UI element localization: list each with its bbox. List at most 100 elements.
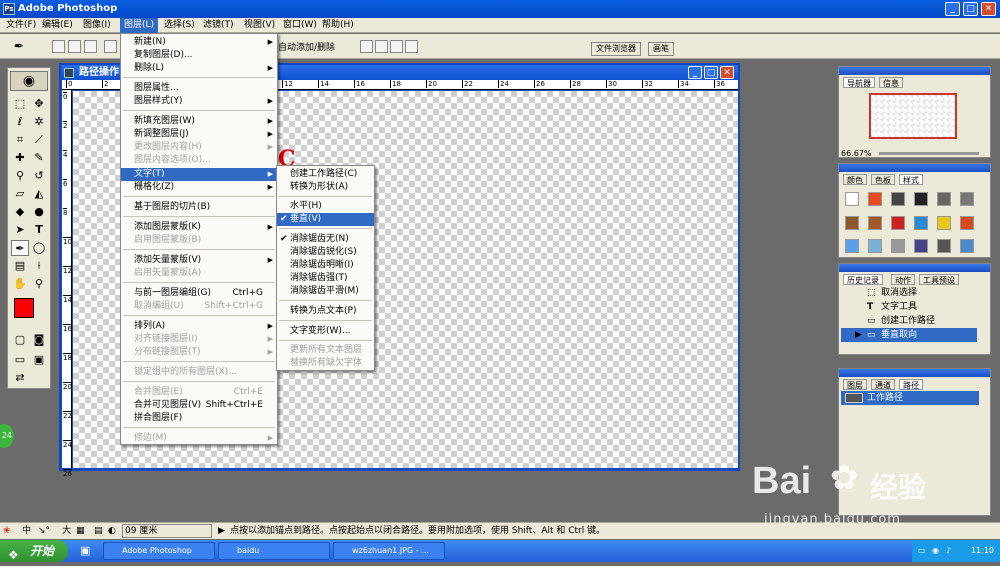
notes-tool-icon[interactable]: ▤ — [11, 258, 29, 274]
navigator-zoom-slider[interactable] — [879, 152, 979, 155]
submenu-item-antialias-strong[interactable]: 消除锯齿强(T) — [277, 272, 374, 285]
tab-history[interactable]: 历史记录 — [843, 274, 883, 285]
tab-file-browser[interactable]: 文件浏览器 — [591, 42, 641, 56]
menu-item-flatten-image[interactable]: 拼合图层(F) — [121, 412, 277, 425]
ime-icon[interactable]: ❀ — [3, 523, 11, 540]
ime-mode[interactable]: 中 — [22, 523, 31, 540]
vertical-ruler[interactable]: 0 2 4 6 8 10 12 14 16 18 20 22 24 26 — [62, 90, 72, 478]
panel-titlebar[interactable] — [839, 164, 990, 172]
task-image-viewer[interactable]: wz6zhuan1.JPG - ... — [333, 542, 445, 560]
path-intersect-button[interactable] — [390, 40, 403, 53]
style-swatch[interactable] — [937, 192, 951, 206]
menu-item-add-vector-mask[interactable]: 添加矢量蒙版(V) ▶ — [121, 254, 277, 267]
history-item[interactable]: ▭ 创建工作路径 — [841, 314, 977, 328]
status-zoom[interactable]: 09 厘米 — [122, 524, 212, 538]
panel-titlebar[interactable] — [839, 264, 990, 272]
style-swatch[interactable] — [937, 216, 951, 230]
ellipse-tool-icon[interactable]: ◯ — [30, 240, 48, 256]
fullscreen-mode-icon[interactable]: ▣ — [30, 352, 48, 368]
menu-window[interactable]: 窗口(W) — [279, 18, 321, 33]
menu-item-add-layer-mask[interactable]: 添加图层蒙版(K) ▶ — [121, 221, 277, 234]
magic-wand-icon[interactable]: ✲ — [30, 114, 48, 130]
menu-item-group-with-previous[interactable]: 与前一图层编组(G) Ctrl+G — [121, 287, 277, 300]
tab-actions[interactable]: 动作 — [891, 274, 915, 285]
menu-select[interactable]: 选择(S) — [160, 18, 199, 33]
style-swatch[interactable] — [845, 216, 859, 230]
menu-item-layer-properties[interactable]: 图层属性... — [121, 82, 277, 95]
path-select-icon[interactable]: ➤ — [11, 222, 29, 238]
tab-info[interactable]: 信息 — [879, 77, 903, 88]
style-swatch[interactable] — [891, 216, 905, 230]
pen-tool-icon[interactable]: ✒ — [14, 39, 24, 53]
menu-file[interactable]: 文件(F) — [2, 18, 40, 33]
menu-item-rasterize[interactable]: 栅格化(Z) ▶ — [121, 181, 277, 194]
quickmask-mode-icon[interactable]: ◙ — [30, 332, 48, 348]
submenu-item-antialias-smooth[interactable]: 消除锯齿平滑(M) — [277, 285, 374, 298]
navigator-preview[interactable] — [869, 93, 957, 139]
menu-image[interactable]: 图像(I) — [79, 18, 115, 33]
task-photoshop[interactable]: Adobe Photoshop — [103, 542, 215, 560]
style-swatch[interactable] — [914, 239, 928, 253]
submenu-item-create-work-path[interactable]: 创建工作路径(C) — [277, 168, 374, 181]
navigator-zoom[interactable]: 66.67% — [841, 149, 872, 158]
ime-menu-icon[interactable]: ▤ — [94, 523, 103, 540]
menu-item-duplicate-layer[interactable]: 复制图层(D)... — [121, 49, 277, 62]
ime-width[interactable]: 大 — [62, 523, 71, 540]
menu-item-new-adjustment-layer[interactable]: 新调整图层(J) ▶ — [121, 128, 277, 141]
submenu-item-antialias-crisp[interactable]: 消除锯齿明晰(I) — [277, 259, 374, 272]
zoom-tool-icon[interactable]: ⚲ — [30, 276, 48, 292]
pen-tool-icon[interactable]: ✒ — [11, 240, 29, 256]
tray-monitor-icon[interactable]: ▭ — [918, 540, 926, 562]
foreground-color-swatch[interactable] — [14, 298, 34, 318]
panel-titlebar[interactable] — [839, 369, 990, 377]
screen-mode-icon[interactable]: ▭ — [11, 352, 29, 368]
menu-help[interactable]: 帮助(H) — [318, 18, 358, 33]
shape-layers-button[interactable] — [52, 40, 65, 53]
type-tool-icon[interactable]: T — [30, 222, 48, 238]
eyedropper-icon[interactable]: ⟊ — [30, 258, 48, 274]
doc-maximize-button[interactable]: □ — [704, 66, 718, 79]
blur-tool-icon[interactable]: ◆ — [11, 204, 29, 220]
style-swatch[interactable] — [845, 192, 859, 206]
adobe-eye-icon[interactable]: ◉ — [10, 71, 48, 91]
path-subtract-button[interactable] — [375, 40, 388, 53]
status-arrow-icon[interactable]: ▶ — [218, 523, 225, 540]
doc-close-button[interactable]: ✕ — [720, 66, 734, 79]
menu-item-layer-based-slice[interactable]: 基于图层的切片(B) — [121, 201, 277, 214]
pen-option-button[interactable] — [104, 40, 117, 53]
start-button[interactable]: ❖ 开始 — [0, 540, 68, 562]
imageready-jump-icon[interactable]: ⇄ — [11, 370, 29, 386]
menu-item-arrange[interactable]: 排列(A) ▶ — [121, 320, 277, 333]
menu-view[interactable]: 视图(V) — [240, 18, 279, 33]
tab-color[interactable]: 颜色 — [843, 174, 867, 185]
paths-mode-button[interactable] — [68, 40, 81, 53]
close-button[interactable]: ✕ — [981, 2, 996, 16]
slice-tool-icon[interactable]: ⟋ — [30, 132, 48, 148]
brush-tool-icon[interactable]: ✎ — [30, 150, 48, 166]
submenu-item-convert-to-shape[interactable]: 转换为形状(A) — [277, 181, 374, 194]
panel-titlebar[interactable] — [839, 67, 990, 75]
history-item[interactable]: T 文字工具 — [841, 300, 977, 314]
task-baidu-folder[interactable]: baidu — [218, 542, 330, 560]
menu-item-type[interactable]: 文字(T) ▶ — [121, 168, 277, 181]
style-swatch[interactable] — [868, 239, 882, 253]
style-swatch[interactable] — [914, 216, 928, 230]
style-swatch[interactable] — [868, 216, 882, 230]
tab-paths[interactable]: 路径 — [899, 379, 923, 390]
style-swatch[interactable] — [868, 192, 882, 206]
style-swatch[interactable] — [914, 192, 928, 206]
tab-navigator[interactable]: 导航器 — [843, 77, 875, 88]
auto-add-delete-label[interactable]: 自动添加/删除 — [278, 40, 335, 53]
menu-item-new[interactable]: 新建(N) ▶ — [121, 36, 277, 49]
lasso-tool-icon[interactable]: ℓ — [11, 114, 29, 130]
menu-item-delete[interactable]: 删除(L) ▶ — [121, 62, 277, 75]
tab-layers[interactable]: 图层 — [843, 379, 867, 390]
tab-tool-presets[interactable]: 工具预设 — [919, 274, 959, 285]
stamp-tool-icon[interactable]: ⚲ — [11, 168, 29, 184]
move-tool-icon[interactable]: ✥ — [30, 96, 48, 112]
history-item[interactable]: ⬚ 取消选择 — [841, 286, 977, 300]
menu-layer[interactable]: 图层(L) — [120, 18, 159, 33]
minimize-button[interactable]: _ — [945, 2, 960, 16]
path-exclude-button[interactable] — [405, 40, 418, 53]
bucket-tool-icon[interactable]: ◭ — [30, 186, 48, 202]
